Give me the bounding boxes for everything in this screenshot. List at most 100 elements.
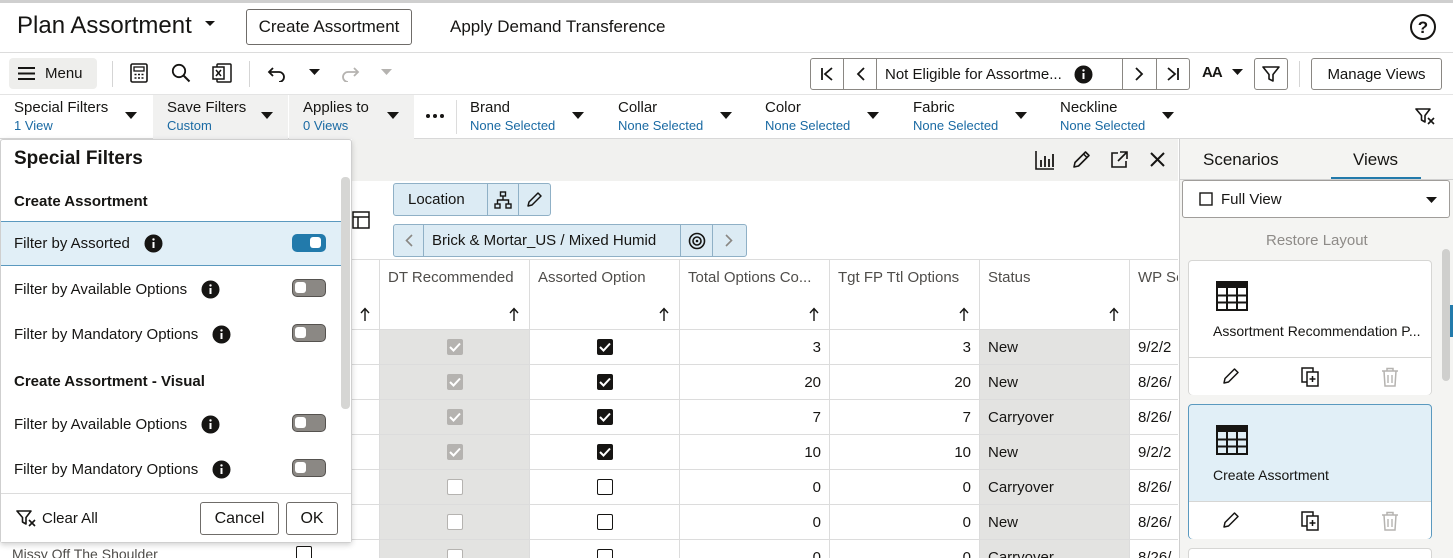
manage-views-button[interactable]: Manage Views xyxy=(1311,58,1442,90)
cell-wp[interactable]: 8/26/ xyxy=(1130,540,1178,558)
cell-tgt-fp-ttl-options[interactable]: 10 xyxy=(830,435,980,470)
chevron-down-icon[interactable] xyxy=(1015,112,1027,120)
info-icon[interactable] xyxy=(212,460,231,479)
table-row[interactable] xyxy=(352,540,380,558)
cell-wp[interactable]: 8/26/ xyxy=(1130,400,1178,435)
cell-tgt-fp-ttl-options[interactable]: 0 xyxy=(830,470,980,505)
sort-arrow-icon[interactable] xyxy=(659,307,669,321)
view-card-partial[interactable] xyxy=(1188,548,1432,558)
chevron-down-icon[interactable] xyxy=(1162,112,1174,120)
cell-status[interactable]: New xyxy=(980,505,1130,540)
edit-icon[interactable] xyxy=(1072,150,1091,169)
cell-total-options[interactable]: 7 xyxy=(680,400,830,435)
cell-wp[interactable]: 8/26/ xyxy=(1130,470,1178,505)
cell-wp[interactable]: 9/2/2 xyxy=(1130,330,1178,365)
cell-total-options[interactable]: 10 xyxy=(680,435,830,470)
apply-demand-transference-link[interactable]: Apply Demand Transference xyxy=(450,17,665,37)
help-icon[interactable]: ? xyxy=(1409,13,1437,41)
cell-tgt-fp-ttl-options[interactable]: 7 xyxy=(830,400,980,435)
chevron-down-icon[interactable] xyxy=(720,112,732,120)
filter-row[interactable]: Filter by Mandatory Options xyxy=(1,447,341,492)
filter-toggle[interactable] xyxy=(292,234,326,252)
view-selector[interactable]: Not Eligible for Assortme... xyxy=(877,59,1123,89)
first-page-icon[interactable] xyxy=(811,59,844,89)
chevron-down-icon[interactable] xyxy=(387,112,399,120)
hierarchy-icon[interactable] xyxy=(488,184,519,215)
column-header-status[interactable]: Status xyxy=(980,259,1130,330)
chevron-down-icon[interactable] xyxy=(204,20,216,28)
tab-views[interactable]: Views xyxy=(1353,150,1398,170)
info-icon[interactable] xyxy=(212,325,231,344)
column-header-wp[interactable]: WP Se xyxy=(1130,259,1178,330)
view-select[interactable]: Full View xyxy=(1182,180,1450,218)
cell-total-options[interactable]: 0 xyxy=(680,505,830,540)
location-dimension-chip[interactable]: Location xyxy=(393,183,551,216)
cell-tgt-fp-ttl-options[interactable]: 3 xyxy=(830,330,980,365)
create-assortment-button[interactable]: Create Assortment xyxy=(246,9,412,45)
last-page-icon[interactable] xyxy=(1156,59,1189,89)
table-row[interactable] xyxy=(352,400,380,435)
cell-status[interactable]: Carryover xyxy=(980,400,1130,435)
table-row[interactable] xyxy=(352,470,380,505)
table-row[interactable] xyxy=(352,365,380,400)
previous-icon[interactable] xyxy=(844,59,877,89)
chevron-down-icon[interactable] xyxy=(261,112,273,120)
cell-total-options[interactable]: 0 xyxy=(680,470,830,505)
layout-panel-icon[interactable] xyxy=(352,211,370,229)
filter-row[interactable]: Filter by Available Options xyxy=(1,267,341,312)
location-path-chip[interactable]: Brick & Mortar_US / Mixed Humid xyxy=(393,224,747,257)
chevron-down-icon[interactable] xyxy=(867,112,879,120)
cell-wp[interactable]: 9/2/2 xyxy=(1130,435,1178,470)
clear-filters-icon[interactable] xyxy=(1415,107,1435,125)
info-icon[interactable] xyxy=(1074,65,1093,84)
filter-row[interactable]: Filter by Assorted xyxy=(1,221,341,266)
next-icon[interactable] xyxy=(1123,59,1156,89)
filter-toggle[interactable] xyxy=(292,324,326,342)
filter-icon[interactable] xyxy=(1254,58,1288,90)
column-header-total-options[interactable]: Total Options Co... xyxy=(680,259,830,330)
undo-icon[interactable] xyxy=(267,64,287,82)
copy-icon[interactable] xyxy=(1301,367,1321,387)
more-options-icon[interactable] xyxy=(426,114,444,118)
filter-row[interactable]: Filter by Mandatory Options xyxy=(1,312,341,357)
checkbox[interactable] xyxy=(596,339,613,355)
checkbox[interactable] xyxy=(596,444,613,460)
table-row[interactable] xyxy=(352,435,380,470)
filter-toggle[interactable] xyxy=(292,459,326,477)
clear-all-button[interactable]: Clear All xyxy=(16,509,98,527)
popup-scrollbar[interactable] xyxy=(341,177,350,409)
sort-arrow-icon[interactable] xyxy=(509,307,519,321)
font-size-dropdown-icon[interactable] xyxy=(1232,69,1243,76)
chevron-down-icon[interactable] xyxy=(572,112,584,120)
cell-total-options[interactable]: 3 xyxy=(680,330,830,365)
close-icon[interactable] xyxy=(1149,151,1166,168)
sort-arrow-icon[interactable] xyxy=(809,307,819,321)
restore-layout-button[interactable]: Restore Layout xyxy=(1266,232,1368,249)
view-card-selected[interactable]: Create Assortment xyxy=(1188,404,1432,539)
target-icon[interactable] xyxy=(680,225,712,256)
filter-toggle[interactable] xyxy=(292,414,326,432)
chart-icon[interactable] xyxy=(1035,150,1055,170)
calculator-icon[interactable] xyxy=(130,63,148,83)
info-icon[interactable] xyxy=(201,280,220,299)
table-row[interactable] xyxy=(352,505,380,540)
chevron-down-icon[interactable] xyxy=(125,112,137,120)
edit-icon[interactable] xyxy=(1222,511,1240,529)
menu-button[interactable]: Menu xyxy=(9,58,97,89)
cell-status[interactable]: Carryover xyxy=(980,540,1130,558)
partial-row-checkbox[interactable] xyxy=(296,546,312,558)
cell-status[interactable]: Carryover xyxy=(980,470,1130,505)
table-row[interactable] xyxy=(352,330,380,365)
sort-arrow-icon[interactable] xyxy=(1109,307,1119,321)
cell-status[interactable]: New xyxy=(980,365,1130,400)
cell-tgt-fp-ttl-options[interactable]: 0 xyxy=(830,505,980,540)
checkbox[interactable] xyxy=(596,514,613,530)
chevron-right-icon[interactable] xyxy=(712,225,744,256)
chevron-left-icon[interactable] xyxy=(394,225,424,256)
column-header-tgt-fp-ttl-options[interactable]: Tgt FP Ttl Options xyxy=(830,259,980,330)
cell-total-options[interactable]: 20 xyxy=(680,365,830,400)
ok-button[interactable]: OK xyxy=(286,502,338,535)
cell-tgt-fp-ttl-options[interactable]: 20 xyxy=(830,365,980,400)
info-icon[interactable] xyxy=(144,234,163,253)
export-excel-icon[interactable] xyxy=(212,63,232,83)
